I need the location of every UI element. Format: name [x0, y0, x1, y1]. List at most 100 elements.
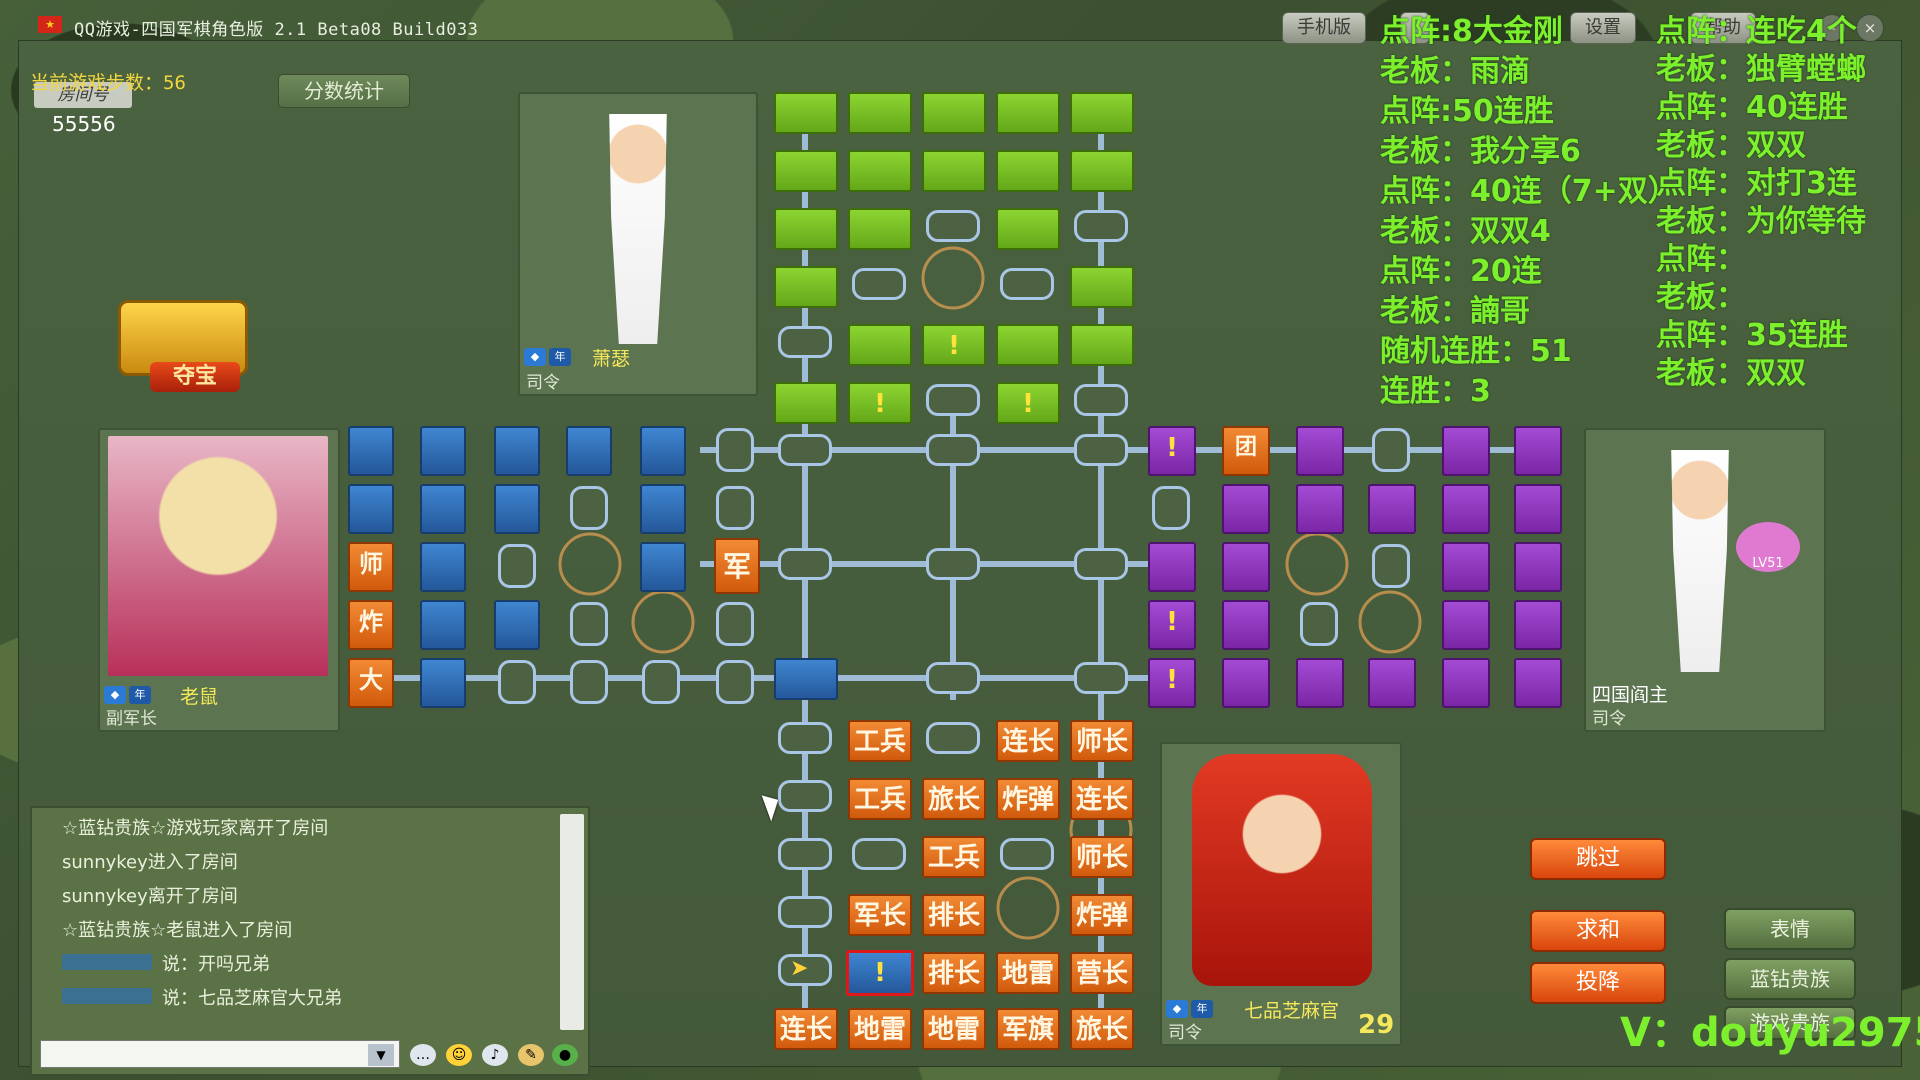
empty-node[interactable]	[1074, 434, 1128, 466]
empty-node[interactable]	[1074, 548, 1128, 580]
own-piece[interactable]: 工兵	[922, 836, 986, 878]
blue-piece[interactable]	[420, 600, 466, 650]
own-piece[interactable]: 地雷	[848, 1008, 912, 1050]
purple-piece[interactable]	[1222, 658, 1270, 708]
purple-piece[interactable]	[1222, 484, 1270, 534]
blue-piece-known[interactable]: 大	[348, 658, 394, 708]
blue-piece[interactable]	[494, 484, 540, 534]
green-piece[interactable]	[922, 92, 986, 134]
green-piece[interactable]	[996, 92, 1060, 134]
blue-piece[interactable]	[640, 484, 686, 534]
blue-piece-marked[interactable]: !	[846, 950, 914, 996]
purple-piece[interactable]	[1222, 600, 1270, 650]
green-piece[interactable]	[922, 150, 986, 192]
own-piece[interactable]: 地雷	[996, 952, 1060, 994]
purple-piece[interactable]	[1514, 484, 1562, 534]
blue-piece-known[interactable]: 师	[348, 542, 394, 592]
green-piece[interactable]	[774, 92, 838, 134]
own-piece[interactable]: 炸弹	[1070, 894, 1134, 936]
empty-node[interactable]	[1000, 268, 1054, 300]
speaker-icon[interactable]: ♪	[482, 1044, 508, 1066]
green-piece[interactable]	[774, 208, 838, 250]
own-piece[interactable]: 连长	[774, 1008, 838, 1050]
own-piece[interactable]: 军旗	[996, 1008, 1060, 1050]
empty-node[interactable]	[778, 548, 832, 580]
empty-node[interactable]	[716, 660, 754, 704]
blue-piece[interactable]	[420, 426, 466, 476]
green-piece[interactable]	[996, 324, 1060, 366]
empty-node[interactable]	[570, 602, 608, 646]
purple-piece-marked[interactable]: !	[1148, 426, 1196, 476]
empty-node[interactable]	[852, 268, 906, 300]
empty-node[interactable]	[642, 660, 680, 704]
empty-node[interactable]	[1074, 662, 1128, 694]
own-piece[interactable]: 营长	[1070, 952, 1134, 994]
blue-piece[interactable]	[420, 484, 466, 534]
own-piece[interactable]: 排长	[922, 894, 986, 936]
own-piece[interactable]: 工兵	[848, 720, 912, 762]
green-piece[interactable]	[774, 382, 838, 424]
own-piece[interactable]: 地雷	[922, 1008, 986, 1050]
mobile-version-button[interactable]: 手机版	[1282, 12, 1366, 44]
empty-node[interactable]	[1000, 838, 1054, 870]
skip-button[interactable]: 跳过	[1530, 838, 1666, 880]
purple-piece[interactable]	[1296, 484, 1344, 534]
sender-name[interactable]	[62, 988, 152, 1004]
empty-node[interactable]	[926, 722, 980, 754]
purple-piece-marked[interactable]: !	[1148, 600, 1196, 650]
green-piece[interactable]	[1070, 324, 1134, 366]
purple-piece[interactable]	[1368, 658, 1416, 708]
empty-node[interactable]	[498, 660, 536, 704]
green-piece[interactable]	[848, 150, 912, 192]
own-piece[interactable]: 旅长	[922, 778, 986, 820]
green-piece[interactable]	[1070, 266, 1134, 308]
purple-piece[interactable]	[1442, 426, 1490, 476]
own-piece[interactable]: 连长	[1070, 778, 1134, 820]
blue-piece[interactable]	[774, 658, 838, 700]
blue-piece[interactable]	[420, 542, 466, 592]
smiley-icon[interactable]: ☺	[446, 1044, 472, 1066]
surrender-button[interactable]: 投降	[1530, 962, 1666, 1004]
purple-piece[interactable]	[1442, 484, 1490, 534]
empty-node[interactable]	[1372, 544, 1410, 588]
purple-piece[interactable]	[1514, 426, 1562, 476]
purple-piece[interactable]	[1514, 658, 1562, 708]
blue-piece[interactable]	[348, 484, 394, 534]
chat-input[interactable]	[40, 1040, 400, 1068]
blue-piece-known[interactable]: 炸	[348, 600, 394, 650]
green-piece[interactable]	[996, 208, 1060, 250]
empty-node[interactable]	[778, 722, 832, 754]
chat-scrollbar[interactable]	[560, 814, 584, 1030]
empty-node[interactable]	[926, 384, 980, 416]
empty-node[interactable]	[778, 838, 832, 870]
own-piece[interactable]: 师长	[1070, 720, 1134, 762]
empty-node[interactable]	[716, 428, 754, 472]
green-piece[interactable]	[848, 92, 912, 134]
tool-icon[interactable]: ✎	[518, 1044, 544, 1066]
green-piece[interactable]	[774, 150, 838, 192]
own-piece[interactable]: 师长	[1070, 836, 1134, 878]
purple-piece[interactable]	[1442, 600, 1490, 650]
blue-piece[interactable]	[640, 426, 686, 476]
empty-node[interactable]	[570, 660, 608, 704]
purple-piece[interactable]	[1442, 658, 1490, 708]
chevron-down-icon[interactable]: ▼	[368, 1044, 394, 1066]
green-piece[interactable]	[848, 208, 912, 250]
blue-piece[interactable]	[640, 542, 686, 592]
purple-piece[interactable]	[1148, 542, 1196, 592]
blue-piece[interactable]	[494, 600, 540, 650]
green-piece[interactable]	[1070, 150, 1134, 192]
empty-node[interactable]	[1074, 384, 1128, 416]
close-icon[interactable]: ×	[1856, 14, 1884, 42]
empty-node[interactable]	[778, 326, 832, 358]
treasure-button[interactable]: 夺宝	[110, 300, 250, 392]
green-piece-marked[interactable]: !	[848, 382, 912, 424]
empty-node[interactable]	[926, 434, 980, 466]
own-piece[interactable]: 连长	[996, 720, 1060, 762]
empty-node[interactable]	[716, 486, 754, 530]
own-piece[interactable]: 排长	[922, 952, 986, 994]
empty-node[interactable]	[1074, 210, 1128, 242]
empty-node[interactable]	[1300, 602, 1338, 646]
purple-piece-marked[interactable]: !	[1148, 658, 1196, 708]
emote-button[interactable]: 表情	[1724, 908, 1856, 950]
